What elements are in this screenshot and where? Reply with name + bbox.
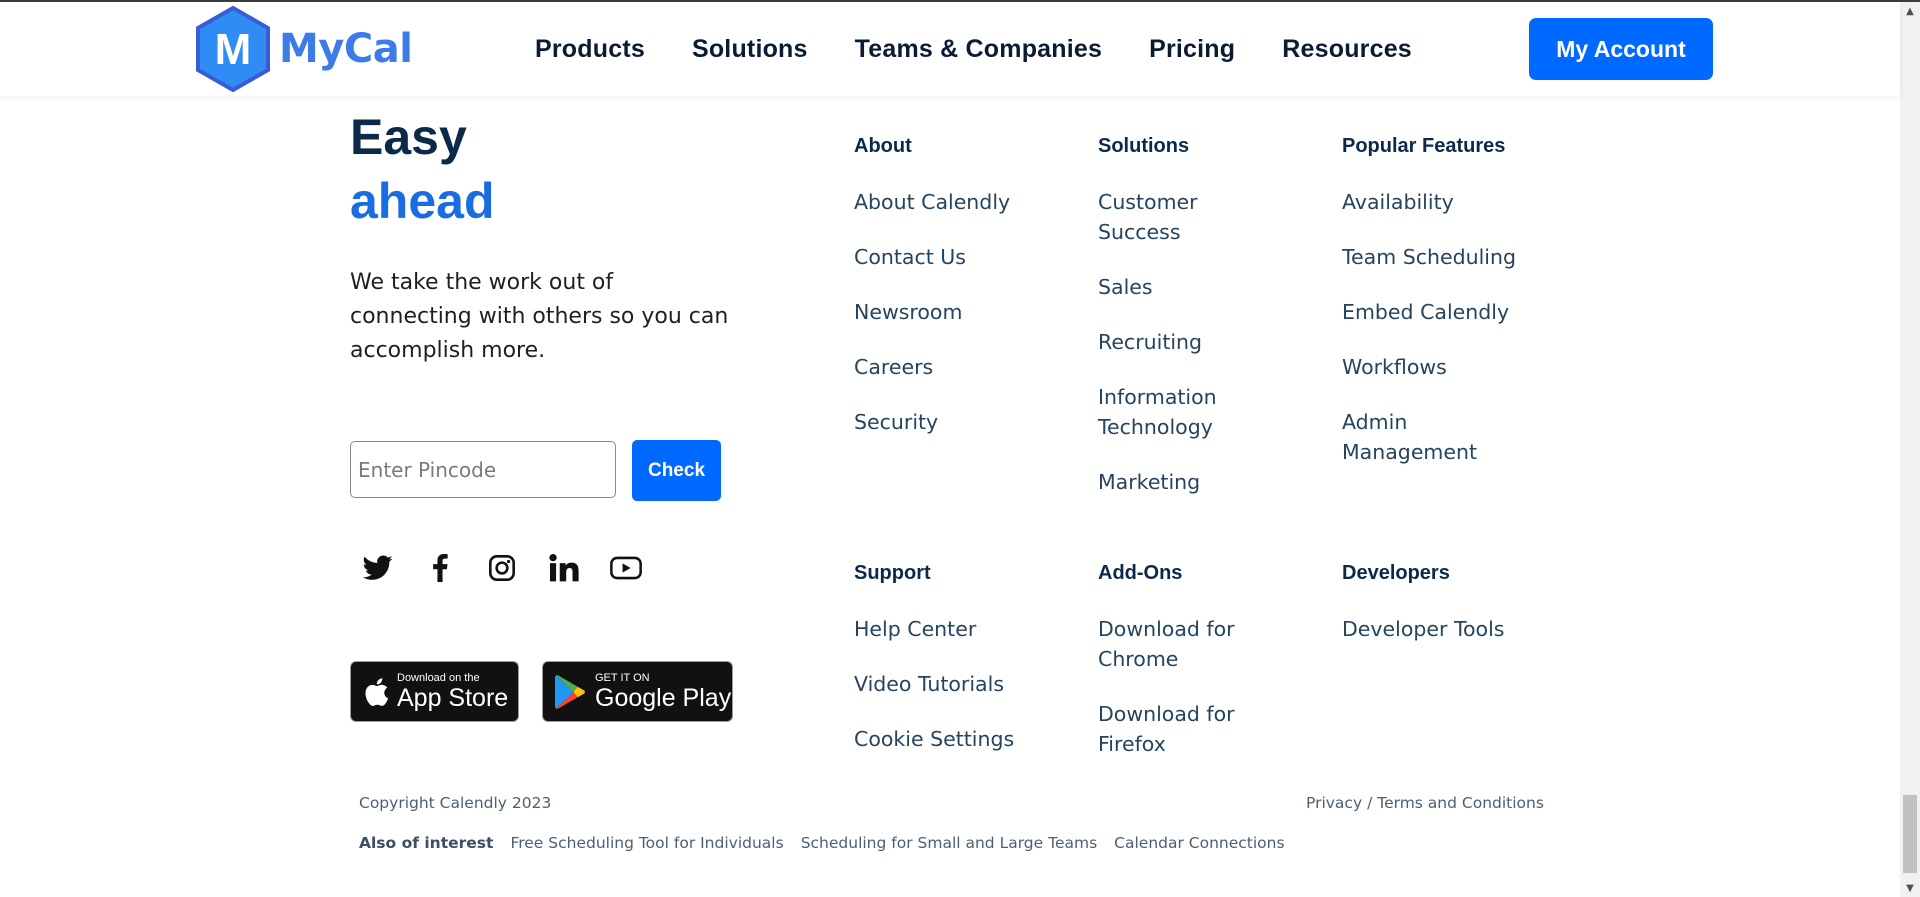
also-of-interest: Also of interest Free Scheduling Tool fo… bbox=[359, 834, 1302, 852]
twitter-icon[interactable] bbox=[360, 550, 396, 586]
footer-link[interactable]: Workflows bbox=[1342, 352, 1522, 382]
footer-link[interactable]: Contact Us bbox=[854, 242, 1074, 272]
page-scrollbar[interactable]: ▲ ▼ bbox=[1900, 2, 1920, 897]
google-play-badge[interactable]: GET IT ON Google Play bbox=[542, 661, 733, 722]
linkedin-icon[interactable] bbox=[546, 550, 582, 586]
check-button[interactable]: Check bbox=[632, 440, 721, 501]
column-heading: Solutions bbox=[1098, 135, 1190, 157]
privacy-link[interactable]: Privacy bbox=[1306, 794, 1362, 812]
column-heading: Add-Ons bbox=[1098, 562, 1183, 584]
nav-solutions[interactable]: Solutions bbox=[692, 35, 808, 64]
app-store-big-text: App Store bbox=[397, 683, 509, 712]
social-links bbox=[360, 550, 670, 586]
main-nav: Products Solutions Teams & Companies Pri… bbox=[535, 2, 1459, 96]
column-heading: Popular Features bbox=[1342, 135, 1506, 157]
footer-link[interactable]: Information Technology bbox=[1098, 382, 1248, 442]
google-play-icon bbox=[555, 674, 587, 710]
nav-pricing[interactable]: Pricing bbox=[1149, 35, 1235, 64]
footer-column-popular-features: Popular Features Availability Team Sched… bbox=[1342, 132, 1522, 492]
tagline-line-2: ahead bbox=[350, 173, 495, 229]
app-store-small-text: Download on the bbox=[397, 671, 480, 684]
footer-link[interactable]: Download for Firefox bbox=[1098, 699, 1258, 759]
footer-link[interactable]: Careers bbox=[854, 352, 1074, 382]
app-store-badge[interactable]: Download on the App Store bbox=[350, 661, 519, 722]
footer-link[interactable]: Recruiting bbox=[1098, 327, 1248, 357]
google-play-small-text: GET IT ON bbox=[595, 671, 650, 684]
scroll-up-arrow-icon[interactable]: ▲ bbox=[1900, 2, 1920, 20]
nav-resources[interactable]: Resources bbox=[1282, 35, 1412, 64]
nav-teams-companies[interactable]: Teams & Companies bbox=[855, 35, 1102, 64]
footer-link[interactable]: Developer Tools bbox=[1342, 614, 1562, 644]
logo-letter: M bbox=[215, 25, 252, 74]
footer-column-solutions: Solutions Customer Success Sales Recruit… bbox=[1098, 132, 1248, 522]
site-header: M MyCal Products Solutions Teams & Compa… bbox=[0, 2, 1900, 96]
apple-icon bbox=[363, 677, 389, 707]
footer-link[interactable]: Newsroom bbox=[854, 297, 1074, 327]
logo-text: MyCal bbox=[279, 26, 413, 72]
column-heading: Support bbox=[854, 562, 931, 584]
interest-link[interactable]: Free Scheduling Tool for Individuals bbox=[510, 834, 783, 852]
interest-link[interactable]: Calendar Connections bbox=[1114, 834, 1284, 852]
logo[interactable]: M MyCal bbox=[195, 6, 413, 92]
scroll-thumb[interactable] bbox=[1903, 795, 1917, 873]
legal-links: Privacy / Terms and Conditions bbox=[1306, 794, 1544, 812]
copyright-text: Copyright Calendly 2023 bbox=[359, 794, 552, 812]
footer-column-about: About About Calendly Contact Us Newsroom… bbox=[854, 132, 1074, 462]
facebook-icon[interactable] bbox=[422, 550, 458, 586]
footer-link[interactable]: Admin Management bbox=[1342, 407, 1492, 467]
interest-link[interactable]: Scheduling for Small and Large Teams bbox=[801, 834, 1097, 852]
pincode-input[interactable] bbox=[350, 441, 616, 498]
scroll-down-arrow-icon[interactable]: ▼ bbox=[1900, 879, 1920, 897]
footer-column-add-ons: Add-Ons Download for Chrome Download for… bbox=[1098, 559, 1258, 784]
footer-column-support: Support Help Center Video Tutorials Cook… bbox=[854, 559, 1074, 779]
youtube-icon[interactable] bbox=[608, 550, 644, 586]
footer-column-developers: Developers Developer Tools bbox=[1342, 559, 1562, 669]
nav-products[interactable]: Products bbox=[535, 35, 645, 64]
footer-link[interactable]: Download for Chrome bbox=[1098, 614, 1258, 674]
footer-link[interactable]: Availability bbox=[1342, 187, 1522, 217]
footer-link[interactable]: Sales bbox=[1098, 272, 1248, 302]
instagram-icon[interactable] bbox=[484, 550, 520, 586]
terms-link[interactable]: Terms and Conditions bbox=[1377, 794, 1544, 812]
also-of-interest-label: Also of interest bbox=[359, 834, 494, 852]
footer-link[interactable]: Cookie Settings bbox=[854, 724, 1074, 754]
google-play-big-text: Google Play bbox=[595, 683, 732, 712]
footer-link[interactable]: Embed Calendly bbox=[1342, 297, 1522, 327]
footer-link[interactable]: Marketing bbox=[1098, 467, 1248, 497]
tagline-line-1: Easy bbox=[350, 109, 467, 165]
column-heading: About bbox=[854, 135, 912, 157]
footer-link[interactable]: Help Center bbox=[854, 614, 1074, 644]
logo-hexagon-icon: M bbox=[196, 6, 270, 92]
legal-separator: / bbox=[1367, 794, 1373, 812]
my-account-button[interactable]: My Account bbox=[1529, 18, 1713, 80]
footer-link[interactable]: Security bbox=[854, 407, 1074, 437]
footer-link[interactable]: About Calendly bbox=[854, 187, 1074, 217]
footer-link[interactable]: Customer Success bbox=[1098, 187, 1248, 247]
column-heading: Developers bbox=[1342, 562, 1450, 584]
footer-link[interactable]: Video Tutorials bbox=[854, 669, 1074, 699]
footer-link[interactable]: Team Scheduling bbox=[1342, 242, 1522, 272]
tagline-description: We take the work out of connecting with … bbox=[350, 270, 729, 363]
